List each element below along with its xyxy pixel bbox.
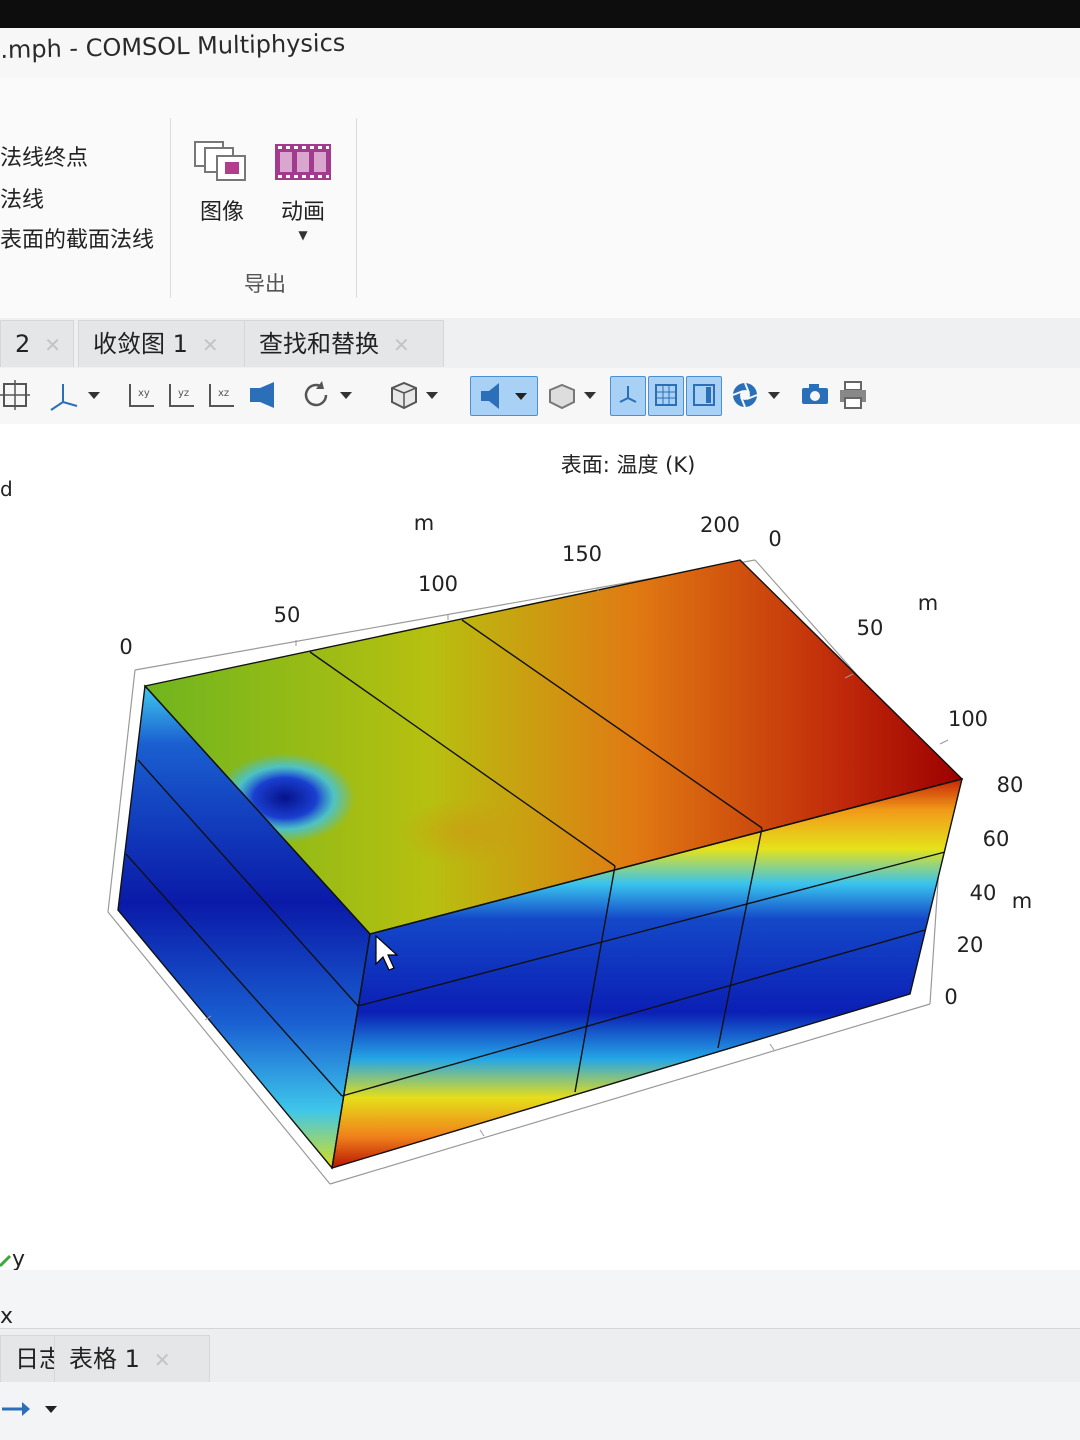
export-group-label: 导出 bbox=[244, 272, 286, 296]
title-bar: .mph - COMSOL Multiphysics bbox=[0, 28, 1080, 79]
camera-view-icon[interactable] bbox=[246, 378, 280, 412]
transparency-icon[interactable] bbox=[544, 378, 578, 412]
tab-label: 2 bbox=[15, 330, 31, 358]
show-grid-toggle[interactable] bbox=[648, 376, 684, 416]
grid-icon bbox=[655, 384, 677, 406]
close-icon[interactable]: ✕ bbox=[44, 333, 61, 357]
chevron-down-icon[interactable] bbox=[422, 378, 442, 412]
z-tick-80: 80 bbox=[997, 773, 1024, 797]
x-axis-unit: m bbox=[414, 511, 434, 535]
animation-button-label: 动画 bbox=[280, 200, 325, 225]
svg-text:yz: yz bbox=[178, 388, 189, 399]
x-tick-50: 50 bbox=[274, 603, 301, 627]
camera-snapshot-icon[interactable] bbox=[798, 378, 832, 412]
z-tick-20: 20 bbox=[957, 933, 984, 957]
application-window: .mph - COMSOL Multiphysics 法线终点 法线 表面的截面… bbox=[0, 28, 1080, 1440]
z-tick-0: 0 bbox=[944, 985, 957, 1009]
y-tick-0: 0 bbox=[768, 527, 781, 551]
light-icon bbox=[481, 383, 499, 409]
z-axis-unit: m bbox=[1012, 889, 1032, 913]
chevron-down-icon[interactable] bbox=[84, 378, 104, 412]
close-icon[interactable]: ✕ bbox=[154, 1348, 171, 1372]
show-legend-toggle[interactable] bbox=[686, 376, 722, 416]
ribbon-command-normal-endpoint[interactable]: 法线终点 bbox=[0, 140, 88, 172]
print-icon[interactable] bbox=[836, 378, 870, 412]
bottom-tab-bar: 日志 表格 1 ✕ bbox=[0, 1328, 1080, 1383]
graphics-window[interactable]: 表面: 温度 (K) d 0 50 100 150 200 m 0 50 100… bbox=[0, 424, 1080, 1329]
image-button-label: 图像 bbox=[199, 200, 244, 225]
y-axis-unit: m bbox=[918, 591, 938, 615]
tab-table-1[interactable]: 表格 1 ✕ bbox=[54, 1335, 210, 1382]
axis-triad: y bbox=[0, 1247, 25, 1272]
aperture-icon[interactable] bbox=[728, 378, 762, 412]
svg-text:xy: xy bbox=[138, 388, 150, 399]
chevron-down-icon[interactable] bbox=[336, 378, 356, 412]
close-icon[interactable]: ✕ bbox=[202, 333, 219, 357]
chevron-down-icon[interactable] bbox=[511, 381, 531, 411]
tab-find-replace[interactable]: 查找和替换 ✕ bbox=[244, 320, 444, 367]
image-export-icon bbox=[193, 140, 251, 184]
view-yz-icon[interactable]: yz bbox=[164, 378, 198, 412]
show-axis-toggle[interactable] bbox=[610, 376, 646, 416]
view-xy-icon[interactable]: xy bbox=[124, 378, 158, 412]
arrow-right-icon[interactable] bbox=[0, 1396, 40, 1422]
tab-label: 表格 1 bbox=[69, 1345, 140, 1373]
ribbon: 法线终点 法线 表面的截面法线 图像 动画 ▼ 导出 bbox=[0, 78, 1080, 319]
graphics-tab-bar: 2 ✕ 收敛图 1 ✕ 查找和替换 ✕ bbox=[0, 318, 1080, 369]
scene-light-toggle[interactable] bbox=[470, 376, 538, 416]
tab-convergence-plot[interactable]: 收敛图 1 ✕ bbox=[78, 320, 248, 367]
ribbon-command-normal[interactable]: 法线 bbox=[0, 182, 44, 214]
tab-label: 收敛图 1 bbox=[93, 330, 188, 358]
rotate-icon[interactable] bbox=[300, 378, 334, 412]
film-strip-icon bbox=[274, 140, 332, 184]
triad-x-label: x bbox=[0, 1304, 14, 1329]
legend-icon bbox=[693, 384, 715, 406]
view-xz-icon[interactable]: xz bbox=[204, 378, 238, 412]
wireframe-cube-icon[interactable] bbox=[386, 378, 420, 412]
z-tick-60: 60 bbox=[983, 827, 1010, 851]
animation-button[interactable]: 动画 ▼ bbox=[270, 140, 336, 242]
close-icon[interactable]: ✕ bbox=[393, 333, 410, 357]
chevron-down-icon[interactable] bbox=[580, 378, 600, 412]
bottom-toolbar bbox=[0, 1382, 1080, 1440]
z-tick-40: 40 bbox=[970, 881, 997, 905]
axis-orientation-icon[interactable] bbox=[46, 378, 80, 412]
tab-label: 查找和替换 bbox=[259, 330, 379, 358]
image-button[interactable]: 图像 bbox=[190, 140, 254, 226]
plot-title: 表面: 温度 (K) bbox=[561, 453, 696, 477]
chevron-down-icon[interactable] bbox=[764, 378, 784, 412]
ribbon-command-surface-section-normal[interactable]: 表面的截面法线 bbox=[0, 222, 154, 254]
axis-icon bbox=[619, 386, 637, 403]
graphics-toolbar: xy yz xz bbox=[0, 368, 1080, 425]
y-tick-100: 100 bbox=[948, 707, 988, 731]
x-tick-150: 150 bbox=[562, 542, 602, 566]
svg-text:xz: xz bbox=[218, 388, 229, 399]
window-title: .mph - COMSOL Multiphysics bbox=[0, 28, 346, 64]
warm-spot bbox=[400, 798, 540, 866]
x-tick-200: 200 bbox=[700, 513, 740, 537]
zoom-extents-icon[interactable] bbox=[0, 378, 34, 412]
y-tick-50: 50 bbox=[857, 616, 884, 640]
tab-2[interactable]: 2 ✕ bbox=[0, 320, 74, 367]
corner-label: d bbox=[0, 477, 13, 501]
animation-dropdown-caret[interactable]: ▼ bbox=[270, 228, 336, 242]
ribbon-separator bbox=[170, 118, 171, 298]
z-axis-labels: 80 60 40 20 0 m bbox=[944, 773, 1032, 1009]
x-tick-100: 100 bbox=[418, 572, 458, 596]
chevron-down-icon[interactable] bbox=[42, 1396, 60, 1422]
temperature-surface-plot[interactable]: 表面: 温度 (K) d 0 50 100 150 200 m 0 50 100… bbox=[0, 424, 1080, 1272]
ribbon-separator bbox=[356, 118, 357, 298]
x-tick-0: 0 bbox=[119, 635, 132, 659]
triad-y-label: y bbox=[12, 1247, 25, 1270]
